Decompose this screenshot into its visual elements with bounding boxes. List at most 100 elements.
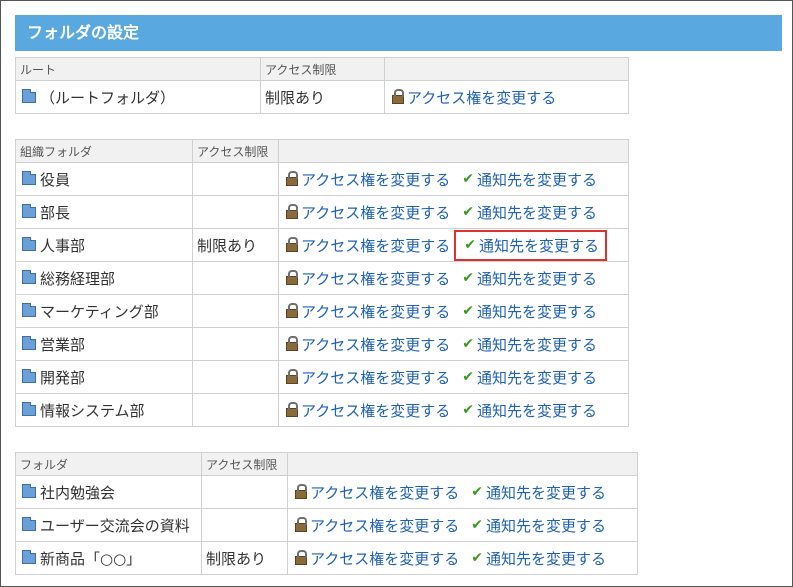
check-icon: ✔ bbox=[462, 336, 474, 352]
access-restriction bbox=[192, 294, 279, 328]
folder-icon bbox=[22, 368, 36, 383]
folder-name: ユーザー交流会の資料 bbox=[40, 516, 190, 535]
folder-icon bbox=[22, 302, 36, 317]
table-row: 総務経理部 アクセス権を変更する ✔ 通知先を変更する bbox=[15, 261, 629, 295]
change-access-link[interactable]: アクセス権を変更する bbox=[310, 482, 459, 503]
change-access-link[interactable]: アクセス権を変更する bbox=[301, 367, 450, 388]
table-row: 社内勉強会 アクセス権を変更する ✔ 通知先を変更する bbox=[15, 475, 638, 509]
page-title: フォルダの設定 bbox=[15, 15, 782, 51]
lock-icon bbox=[286, 369, 298, 384]
org-folder-table: 組織フォルダ アクセス制限 役員 アクセス権を変更する ✔ 通知先を変更する 部長 … bbox=[15, 139, 629, 427]
change-access-link[interactable]: アクセス権を変更する bbox=[301, 235, 450, 256]
folder-name: 人事部 bbox=[40, 236, 86, 255]
lock-icon bbox=[286, 270, 298, 285]
header-actions bbox=[384, 57, 629, 81]
access-restriction: 制限あり bbox=[201, 541, 288, 575]
change-access-link[interactable]: アクセス権を変更する bbox=[301, 301, 450, 322]
lock-icon bbox=[286, 171, 298, 186]
change-notify-link[interactable]: 通知先を変更する bbox=[477, 169, 597, 190]
change-notify-link[interactable]: 通知先を変更する bbox=[486, 482, 606, 503]
folder-table: フォルダ アクセス制限 社内勉強会 アクセス権を変更する ✔ 通知先を変更する ユー… bbox=[15, 452, 638, 575]
folder-name: 新商品「○○」 bbox=[40, 549, 142, 568]
change-notify-link[interactable]: 通知先を変更する bbox=[477, 301, 597, 322]
check-icon: ✔ bbox=[464, 237, 476, 253]
lock-icon bbox=[392, 89, 404, 104]
table-row: 新商品「○○」 制限あり アクセス権を変更する ✔ 通知先を変更する bbox=[15, 541, 638, 575]
header-access-restriction: アクセス制限 bbox=[260, 57, 385, 81]
change-notify-link[interactable]: 通知先を変更する bbox=[477, 334, 597, 355]
check-icon: ✔ bbox=[462, 171, 474, 187]
check-icon: ✔ bbox=[471, 484, 483, 500]
folder-icon bbox=[22, 401, 36, 416]
folder-icon bbox=[22, 203, 36, 218]
folder-icon bbox=[22, 483, 36, 498]
change-access-link[interactable]: アクセス権を変更する bbox=[310, 548, 459, 569]
folder-name: 総務経理部 bbox=[40, 269, 116, 288]
change-access-link[interactable]: アクセス権を変更する bbox=[407, 87, 556, 108]
header-root: ルート bbox=[15, 57, 261, 81]
change-notify-link[interactable]: 通知先を変更する bbox=[477, 202, 597, 223]
root-folder-table: ルート アクセス制限 （ルートフォルダ） 制限あり アクセス権を変更する bbox=[15, 57, 629, 114]
folder-icon bbox=[22, 236, 36, 251]
access-restriction: 制限あり bbox=[192, 228, 279, 262]
change-access-link[interactable]: アクセス権を変更する bbox=[310, 515, 459, 536]
folder-name: 営業部 bbox=[40, 335, 86, 354]
check-icon: ✔ bbox=[462, 270, 474, 286]
check-icon: ✔ bbox=[462, 369, 474, 385]
change-notify-link[interactable]: 通知先を変更する bbox=[486, 515, 606, 536]
access-restriction bbox=[192, 195, 279, 229]
header-folder: フォルダ bbox=[15, 452, 202, 476]
check-icon: ✔ bbox=[462, 402, 474, 418]
folder-icon bbox=[22, 170, 36, 185]
check-icon: ✔ bbox=[471, 550, 483, 566]
access-restriction bbox=[192, 327, 279, 361]
folder-name: 開発部 bbox=[40, 368, 86, 387]
table-row: 営業部 アクセス権を変更する ✔ 通知先を変更する bbox=[15, 327, 629, 361]
lock-icon bbox=[295, 517, 307, 532]
change-notify-link[interactable]: 通知先を変更する bbox=[486, 548, 606, 569]
folder-name: 情報システム部 bbox=[40, 401, 145, 420]
access-restriction bbox=[192, 360, 279, 394]
header-org-folder: 組織フォルダ bbox=[15, 139, 193, 163]
highlighted-notify-link: ✔ 通知先を変更する bbox=[454, 229, 608, 261]
table-row: （ルートフォルダ） 制限あり アクセス権を変更する bbox=[15, 80, 629, 114]
lock-icon bbox=[286, 303, 298, 318]
header-actions bbox=[278, 139, 629, 163]
change-notify-link[interactable]: 通知先を変更する bbox=[479, 235, 599, 256]
change-notify-link[interactable]: 通知先を変更する bbox=[477, 367, 597, 388]
change-access-link[interactable]: アクセス権を変更する bbox=[301, 169, 450, 190]
lock-icon bbox=[286, 237, 298, 252]
access-restriction: 制限あり bbox=[260, 80, 385, 114]
table-row: 役員 アクセス権を変更する ✔ 通知先を変更する bbox=[15, 162, 629, 196]
table-row: 開発部 アクセス権を変更する ✔ 通知先を変更する bbox=[15, 360, 629, 394]
folder-icon bbox=[22, 88, 36, 103]
change-notify-link[interactable]: 通知先を変更する bbox=[477, 400, 597, 421]
access-restriction bbox=[201, 508, 288, 542]
lock-icon bbox=[286, 204, 298, 219]
table-row: 部長 アクセス権を変更する ✔ 通知先を変更する bbox=[15, 195, 629, 229]
check-icon: ✔ bbox=[471, 517, 483, 533]
change-access-link[interactable]: アクセス権を変更する bbox=[301, 334, 450, 355]
access-restriction bbox=[192, 261, 279, 295]
window-frame: フォルダの設定 ルート アクセス制限 （ルートフォルダ） 制限あり アクセス権を… bbox=[0, 0, 793, 587]
folder-name: （ルートフォルダ） bbox=[40, 88, 176, 107]
folder-name: マーケティング部 bbox=[40, 302, 159, 321]
change-access-link[interactable]: アクセス権を変更する bbox=[301, 400, 450, 421]
folder-name: 部長 bbox=[40, 203, 71, 222]
header-access-restriction: アクセス制限 bbox=[201, 452, 288, 476]
lock-icon bbox=[295, 550, 307, 565]
lock-icon bbox=[286, 402, 298, 417]
table-row: マーケティング部 アクセス権を変更する ✔ 通知先を変更する bbox=[15, 294, 629, 328]
folder-icon bbox=[22, 516, 36, 531]
change-access-link[interactable]: アクセス権を変更する bbox=[301, 268, 450, 289]
check-icon: ✔ bbox=[462, 303, 474, 319]
header-access-restriction: アクセス制限 bbox=[192, 139, 279, 163]
check-icon: ✔ bbox=[462, 204, 474, 220]
lock-icon bbox=[286, 336, 298, 351]
change-access-link[interactable]: アクセス権を変更する bbox=[301, 202, 450, 223]
lock-icon bbox=[295, 484, 307, 499]
table-row: ユーザー交流会の資料 アクセス権を変更する ✔ 通知先を変更する bbox=[15, 508, 638, 542]
table-row: 情報システム部 アクセス権を変更する ✔ 通知先を変更する bbox=[15, 393, 629, 427]
change-notify-link[interactable]: 通知先を変更する bbox=[477, 268, 597, 289]
access-restriction bbox=[192, 162, 279, 196]
